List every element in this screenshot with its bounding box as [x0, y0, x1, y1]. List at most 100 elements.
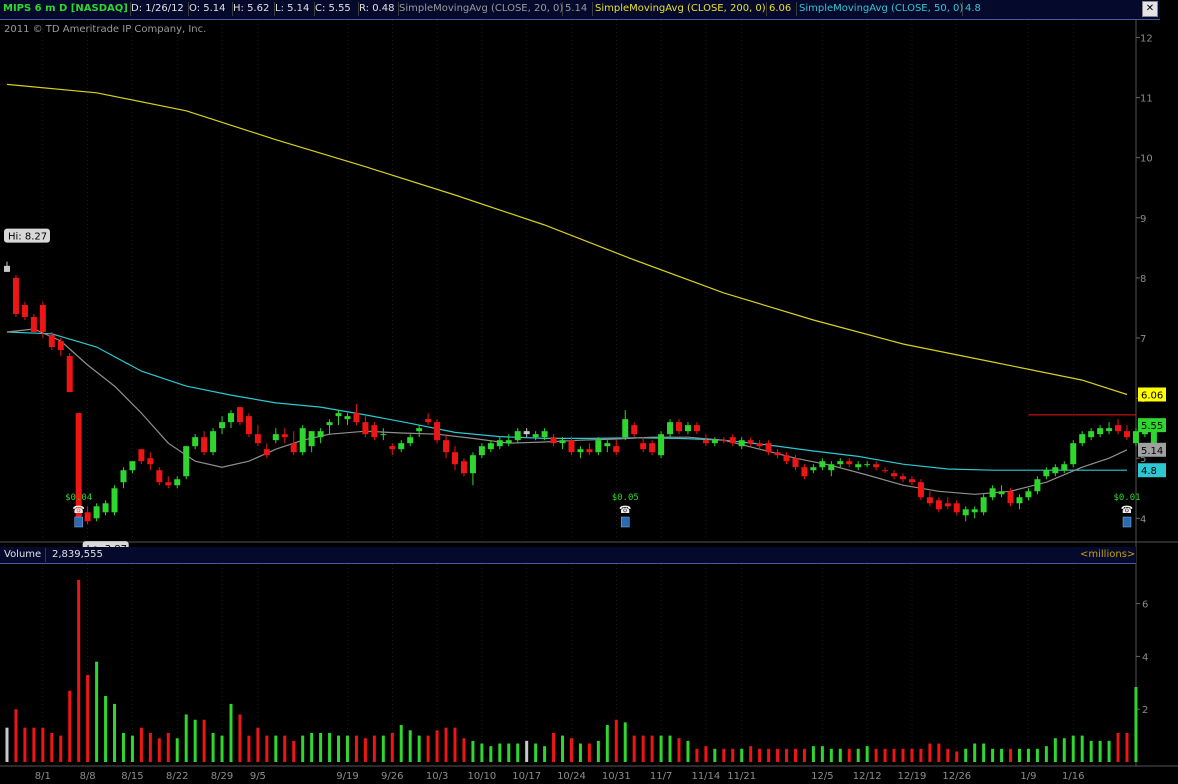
volume-bar	[426, 735, 430, 762]
volume-bar	[677, 738, 681, 762]
candle-body	[505, 440, 512, 444]
volume-bar	[1089, 740, 1093, 762]
volume-bar	[1107, 740, 1111, 762]
candle-body	[129, 461, 136, 471]
volume-bar	[1000, 748, 1004, 762]
candle-body	[1132, 431, 1139, 444]
sma50-label[interactable]: SimpleMovingAvg (CLOSE, 50, 0)	[796, 2, 963, 16]
volume-bar	[856, 748, 860, 762]
sma20-value: 5.14	[562, 2, 593, 16]
volume-bar	[793, 748, 797, 762]
candle-body	[541, 431, 548, 438]
candle-body	[586, 449, 593, 453]
volume-bar	[68, 690, 72, 762]
high-label: H: 5.62	[230, 2, 275, 16]
candle-body	[272, 434, 279, 441]
candle-body	[165, 482, 172, 486]
candle-body	[855, 464, 862, 468]
candle-body	[452, 452, 458, 465]
candle-body	[353, 413, 360, 423]
candle-body	[595, 440, 602, 453]
time-tick-label: 9/5	[250, 771, 266, 782]
candle-body	[245, 416, 252, 435]
volume-bar	[722, 748, 726, 762]
candle-body	[908, 479, 915, 483]
candle-body	[210, 431, 217, 453]
volume-bar	[829, 748, 833, 762]
volume-bar	[1026, 748, 1030, 762]
volume-bar	[113, 703, 117, 762]
candle-body	[568, 440, 575, 453]
candle-body	[39, 304, 46, 332]
candle-body	[729, 437, 736, 444]
volume-bar	[5, 727, 9, 762]
price-tick-label: 8	[1140, 274, 1146, 285]
price-tick-label: 12	[1140, 34, 1153, 45]
volume-bar	[507, 743, 511, 762]
candle-body	[1097, 428, 1104, 435]
candle-body	[622, 419, 629, 438]
volume-bar	[50, 732, 54, 762]
symbol-label[interactable]: MIPS 6 m D [NASDAQ]	[0, 2, 131, 16]
volume-bar	[740, 748, 744, 762]
candle-body	[873, 464, 880, 468]
volume-bar	[964, 748, 968, 762]
close-label: C: 5.55	[312, 2, 359, 16]
volume-bar	[328, 732, 332, 762]
candle-body	[398, 443, 405, 450]
volume-bar	[166, 732, 170, 762]
candle-body	[523, 431, 530, 435]
candle-body	[828, 464, 835, 471]
candle-body	[917, 482, 924, 498]
candle-body	[335, 413, 342, 417]
candle-body	[1088, 431, 1095, 438]
volume-bar	[310, 732, 314, 762]
candle-body	[1061, 464, 1068, 471]
chart-canvas[interactable]: 4567891011122468/18/88/158/228/299/59/19…	[0, 0, 1178, 784]
phone-icon: ☎	[619, 505, 631, 516]
volume-bar	[802, 748, 806, 762]
candle-body	[1043, 470, 1050, 477]
open-label: O: 5.14	[186, 2, 233, 16]
candle-body	[801, 467, 808, 477]
time-tick-label: 10/31	[602, 771, 631, 782]
candle-body	[774, 452, 781, 456]
volume-bar	[650, 735, 654, 762]
candle-body	[711, 440, 718, 444]
volume-bar	[578, 743, 582, 762]
phone-icon: ☎	[72, 505, 84, 516]
candle-body	[559, 440, 566, 444]
time-tick-label: 12/19	[898, 771, 927, 782]
dividend-icon	[620, 516, 630, 528]
candle-body	[254, 434, 261, 444]
volume-bar	[641, 735, 645, 762]
candle-body	[532, 434, 539, 438]
sma200-label[interactable]: SimpleMovingAvg (CLOSE, 200, 0)	[592, 2, 767, 16]
volume-bar	[516, 743, 520, 762]
volume-bar	[292, 740, 296, 762]
volume-bar	[193, 719, 197, 762]
time-tick-label: 11/7	[650, 771, 672, 782]
candle-body	[434, 422, 441, 441]
volume-bar	[319, 732, 323, 762]
candle-body	[971, 509, 978, 513]
close-chart-button[interactable]: ✕	[1142, 1, 1158, 17]
time-tick-label: 10/3	[426, 771, 448, 782]
price-marker-label: 6.06	[1141, 390, 1163, 401]
date-label: D: 1/26/12	[128, 2, 189, 16]
volume-bar	[86, 674, 90, 762]
time-tick-label: 12/26	[942, 771, 971, 782]
candle-body	[810, 467, 817, 471]
volume-bar	[892, 748, 896, 762]
candle-body	[944, 503, 951, 507]
volume-bar	[256, 727, 260, 762]
candle-body	[174, 479, 181, 486]
volume-value: 2,839,555	[52, 549, 103, 560]
volume-bar	[157, 738, 161, 762]
candle-body	[514, 431, 521, 441]
volume-bar	[991, 748, 995, 762]
candle-body	[380, 434, 387, 436]
volume-bar	[1134, 687, 1138, 762]
volume-bar	[480, 743, 484, 762]
sma20-label[interactable]: SimpleMovingAvg (CLOSE, 20, 0)	[396, 2, 563, 16]
